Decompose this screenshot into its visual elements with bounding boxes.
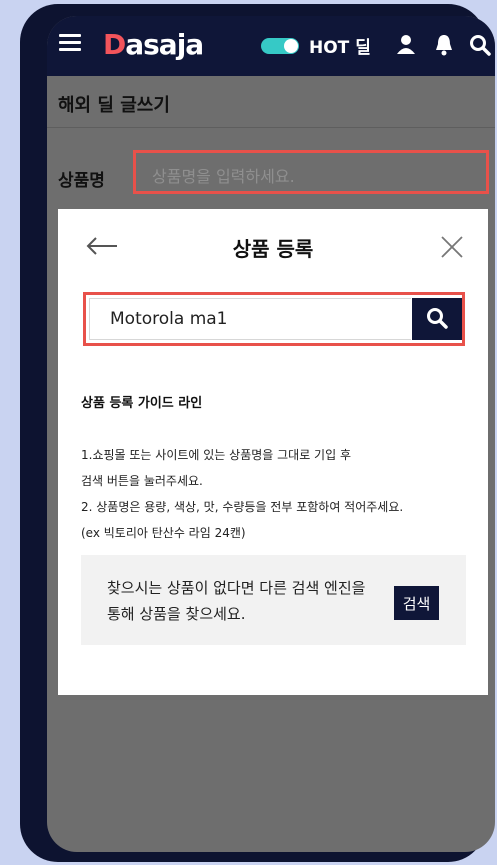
search-icon <box>427 307 448 329</box>
product-name-field[interactable]: 상품명을 입력하세요. <box>133 150 489 194</box>
modal-title: 상품 등록 <box>232 237 314 261</box>
info-box: 찾으시는 상품이 없다면 다른 검색 엔진을 통해 상품을 찾으세요. 검색 <box>81 555 466 645</box>
top-bar: Dasaja HOT 딜 <box>47 16 495 76</box>
product-register-modal: 상품 등록 상품 등록 가이드 라인 1.쇼핑몰 또는 사이트에 있는 상품명을… <box>58 209 488 695</box>
info-text: 찾으시는 상품이 없다면 다른 검색 엔진을 통해 상품을 찾으세요. <box>107 579 366 623</box>
guide-line: 검색 버튼을 눌러주세요. <box>81 474 203 488</box>
product-search-button[interactable] <box>412 298 462 340</box>
product-search-box <box>83 292 465 346</box>
search-icon[interactable] <box>469 34 491 56</box>
guide-line: 2. 상품명은 용량, 색상, 맛, 수량등을 전부 포함하여 적어주세요. <box>81 500 404 514</box>
page-title: 해외 딜 글쓰기 <box>58 95 170 116</box>
app-screen: Dasaja HOT 딜 해외 딜 글쓰기 상품명 상품명을 입력하세요. 상품… <box>47 16 495 852</box>
phone-frame: Dasaja HOT 딜 해외 딜 글쓰기 상품명 상품명을 입력하세요. 상품… <box>20 4 495 862</box>
external-search-button[interactable]: 검색 <box>394 586 439 620</box>
bell-icon[interactable] <box>435 34 453 56</box>
close-icon[interactable] <box>440 235 464 259</box>
menu-icon[interactable] <box>59 34 81 52</box>
toggle-switch[interactable] <box>261 38 299 54</box>
logo[interactable]: Dasaja <box>103 27 204 61</box>
guide-line: (ex 빅토리아 탄산수 라임 24캔) <box>81 526 246 540</box>
page-title-bar: 해외 딜 글쓰기 <box>47 76 495 128</box>
logo-accent: D <box>103 27 126 61</box>
logo-text: asaja <box>125 27 204 61</box>
product-name-placeholder: 상품명을 입력하세요. <box>152 167 295 186</box>
product-search-input[interactable] <box>89 298 411 340</box>
hot-deal-link[interactable]: HOT 딜 <box>309 33 371 58</box>
product-name-label: 상품명 <box>58 171 105 191</box>
guide-line: 1.쇼핑몰 또는 사이트에 있는 상품명을 그대로 기입 후 <box>81 448 351 462</box>
user-icon[interactable] <box>396 34 416 54</box>
guide-title: 상품 등록 가이드 라인 <box>81 396 203 411</box>
toggle-knob <box>284 39 298 53</box>
